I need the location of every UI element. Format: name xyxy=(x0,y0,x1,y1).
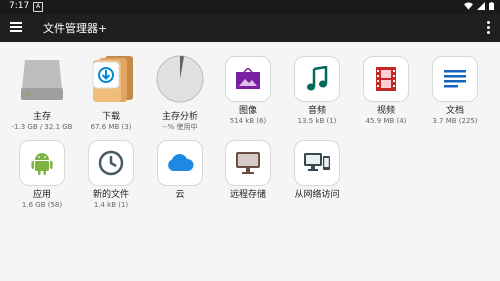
icon-box xyxy=(363,56,409,102)
monitor-icon xyxy=(236,152,260,174)
drive-icon xyxy=(21,60,63,100)
tile-label: 从网络访问 xyxy=(294,190,340,200)
tile-sub: -1.3 GB / 32.1 GB xyxy=(11,123,73,131)
tile-label: 文档 xyxy=(445,106,464,116)
android-icon xyxy=(31,153,53,175)
tile-label: 应用 xyxy=(32,190,51,200)
app-title: 文件管理器+ xyxy=(43,22,108,35)
tile-storage-analysis[interactable]: 主存分析 --% 使用中 xyxy=(148,54,212,132)
document-icon xyxy=(444,70,466,88)
tile-label: 主存分析 xyxy=(161,112,198,122)
tile-label: 图像 xyxy=(238,106,257,116)
icon-box xyxy=(19,140,65,186)
tile-label: 云 xyxy=(175,190,185,200)
tile-audio[interactable]: 音频 13.5 kB (1) xyxy=(285,56,349,126)
clock-icon xyxy=(98,150,124,176)
tile-video[interactable]: 视频 45.9 MB (4) xyxy=(354,56,418,126)
tile-documents[interactable]: 文档 3.7 MB (225) xyxy=(423,56,487,126)
icon-box xyxy=(432,56,478,102)
tile-sub: 1.4 kB (1) xyxy=(93,201,129,209)
icon-box xyxy=(88,140,134,186)
tile-label: 音频 xyxy=(307,106,326,116)
icon-box xyxy=(225,56,271,102)
status-icons xyxy=(464,2,494,10)
tile-downloads[interactable]: 下载 67.6 MB (3) xyxy=(79,54,143,132)
icon-box xyxy=(294,56,340,102)
status-bar: 7:17 A xyxy=(0,0,500,14)
tile-label: 远程存储 xyxy=(229,190,266,200)
network-devices-icon xyxy=(304,153,330,171)
tile-sub: 3.7 MB (225) xyxy=(432,117,478,125)
tile-label: 主存 xyxy=(32,112,51,122)
tile-sub: 45.9 MB (4) xyxy=(365,117,407,125)
battery-icon xyxy=(489,2,494,10)
tile-sub: 1.6 GB (58) xyxy=(21,201,63,209)
storage-pie-icon xyxy=(156,55,204,103)
hamburger-menu-icon[interactable] xyxy=(10,22,22,34)
icon-box xyxy=(294,140,340,186)
tile-sub: 67.6 MB (3) xyxy=(90,123,132,131)
notification-icon: A xyxy=(33,2,43,12)
tile-images[interactable]: 图像 514 kB (6) xyxy=(216,56,280,126)
icon-box xyxy=(225,140,271,186)
tile-cloud[interactable]: 云 xyxy=(148,140,212,201)
cloud-icon xyxy=(168,154,194,171)
tile-recent-files[interactable]: 新的文件 1.4 kB (1) xyxy=(79,140,143,210)
tile-sub: --% 使用中 xyxy=(162,123,198,131)
signal-icon xyxy=(477,2,485,10)
tile-apps[interactable]: 应用 1.6 GB (58) xyxy=(10,140,74,210)
app-bar: 文件管理器+ xyxy=(0,14,500,42)
tile-remote-storage[interactable]: 远程存储 xyxy=(216,140,280,201)
status-time: 7:17 xyxy=(9,1,30,11)
image-icon xyxy=(236,68,260,89)
storage-grid: 主存 -1.3 GB / 32.1 GB 下载 67.6 MB (3) 主存分析… xyxy=(0,42,500,281)
wifi-icon xyxy=(464,2,473,10)
download-folder-icon xyxy=(92,56,133,102)
tile-main-storage[interactable]: 主存 -1.3 GB / 32.1 GB xyxy=(10,54,74,132)
icon-box xyxy=(157,140,203,186)
video-icon xyxy=(376,67,396,91)
tile-sub: 514 kB (6) xyxy=(229,117,267,125)
tile-network-access[interactable]: 从网络访问 xyxy=(285,140,349,201)
more-options-icon[interactable] xyxy=(487,21,490,35)
tile-sub: 13.5 kB (1) xyxy=(297,117,337,125)
tile-label: 下载 xyxy=(101,112,120,122)
music-icon xyxy=(307,66,328,91)
tile-label: 新的文件 xyxy=(92,190,129,200)
tile-label: 视频 xyxy=(376,106,395,116)
